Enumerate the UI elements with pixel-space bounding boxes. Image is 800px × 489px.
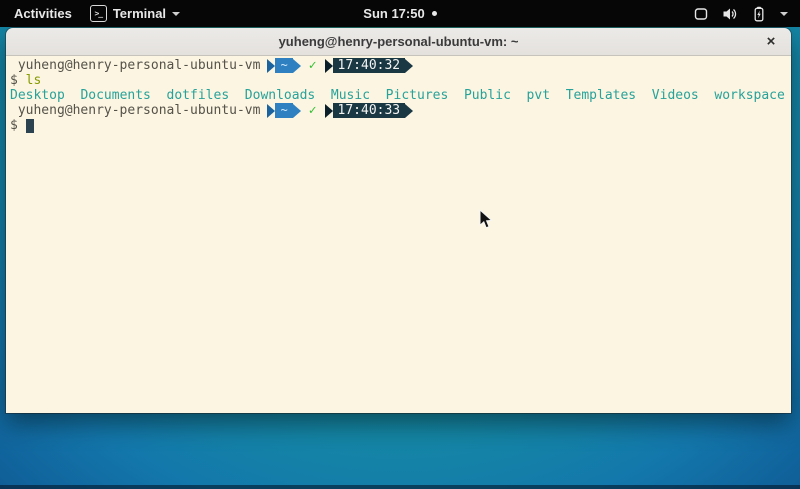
powerline-arrow-icon: [405, 104, 413, 118]
command-text: ls: [26, 73, 42, 88]
screen-icon: [693, 6, 709, 22]
volume-icon: [722, 6, 738, 22]
chevron-down-icon: [172, 12, 180, 16]
input-line: $: [10, 118, 787, 133]
powerline-segments: ~ ✓ 17:40:32: [267, 58, 413, 73]
window-title: yuheng@henry-personal-ubuntu-vm: ~: [6, 34, 791, 49]
powerline-arrow-icon: [325, 59, 333, 73]
prompt-user: yuheng@henry-personal-ubuntu-vm: [10, 58, 260, 73]
app-menu-terminal[interactable]: >_ Terminal: [90, 5, 180, 22]
powerline-arrow-icon: [267, 104, 275, 118]
cwd-segment: ~: [275, 58, 292, 73]
terminal-app-icon: >_: [90, 5, 107, 22]
powerline-arrow-icon: [325, 104, 333, 118]
close-button[interactable]: ×: [759, 28, 783, 55]
powerline-arrow-icon: [405, 59, 413, 73]
command-line: $ ls: [10, 73, 787, 88]
gnome-top-bar: Activities >_ Terminal Sun 17:50: [0, 0, 800, 27]
app-menu-label: Terminal: [113, 6, 166, 21]
system-status-menu[interactable]: [693, 6, 800, 22]
prompt-line: yuheng@henry-personal-ubuntu-vm ~ ✓ 17:4…: [10, 103, 787, 118]
notification-dot: [432, 11, 437, 16]
clock-label: Sun 17:50: [363, 6, 424, 21]
time-segment: 17:40:33: [333, 103, 406, 118]
titlebar[interactable]: yuheng@henry-personal-ubuntu-vm: ~ ×: [6, 28, 791, 56]
ls-output-line: Desktop Documents dotfiles Downloads Mus…: [10, 88, 787, 103]
shell-prompt: $: [10, 73, 18, 88]
status-check-icon: ✓: [309, 58, 317, 73]
status-check-icon: ✓: [309, 103, 317, 118]
activities-button[interactable]: Activities: [10, 4, 76, 23]
directory-list: Desktop Documents dotfiles Downloads Mus…: [10, 88, 785, 103]
text-cursor-block: [26, 119, 34, 133]
prompt-line: yuheng@henry-personal-ubuntu-vm ~ ✓ 17:4…: [10, 58, 787, 73]
terminal-window: yuheng@henry-personal-ubuntu-vm: ~ × yuh…: [6, 28, 791, 413]
time-segment: 17:40:32: [333, 58, 406, 73]
shell-prompt: $: [10, 118, 18, 133]
powerline-arrow-icon: [267, 59, 275, 73]
powerline-segments: ~ ✓ 17:40:33: [267, 103, 413, 118]
chevron-down-icon: [780, 12, 788, 16]
powerline-arrow-icon: [293, 104, 301, 118]
cwd-segment: ~: [275, 103, 292, 118]
prompt-user: yuheng@henry-personal-ubuntu-vm: [10, 103, 260, 118]
battery-charging-icon: [751, 6, 767, 22]
terminal-content[interactable]: yuheng@henry-personal-ubuntu-vm ~ ✓ 17:4…: [6, 56, 791, 413]
powerline-arrow-icon: [293, 59, 301, 73]
